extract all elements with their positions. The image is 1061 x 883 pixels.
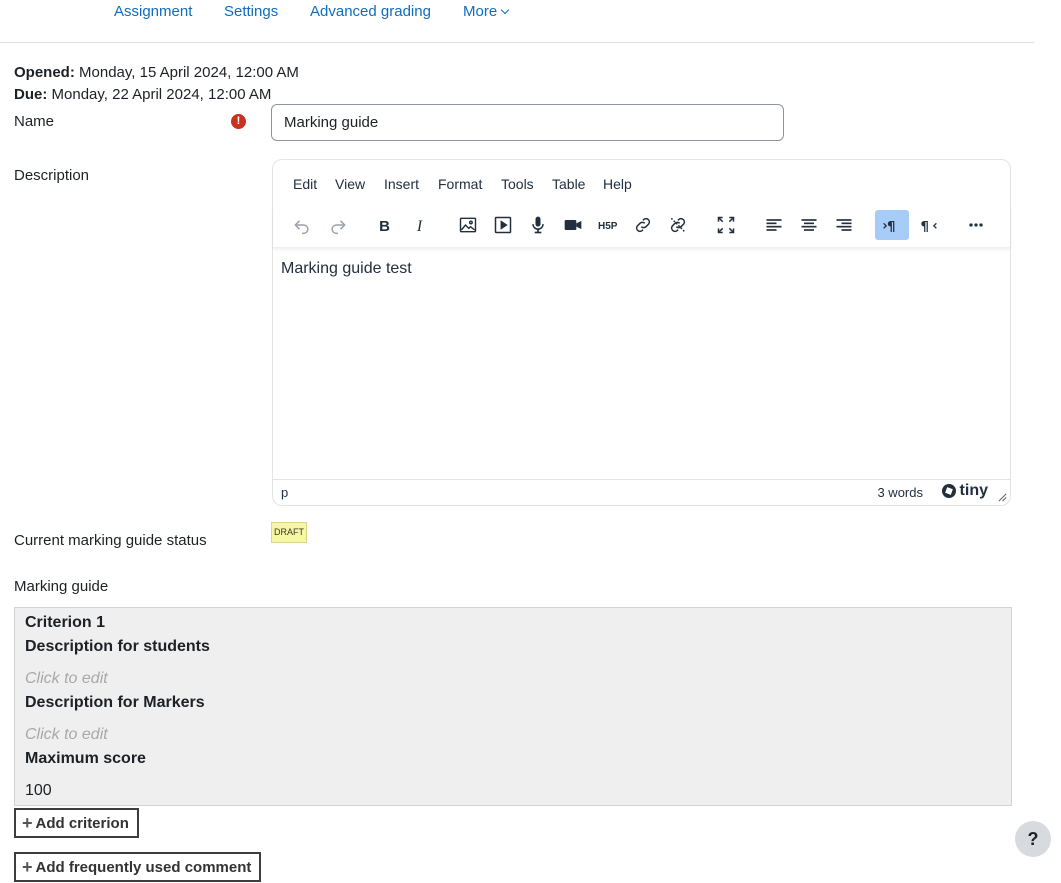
align-right-icon[interactable] [827, 210, 861, 240]
opened-row: Opened: Monday, 15 April 2024, 12:00 AM [14, 62, 299, 84]
markers-description-label: Description for Markers [25, 694, 205, 711]
criterion-panel: Criterion 1 Description for students Cli… [14, 607, 1012, 806]
svg-text:¶: ¶ [921, 220, 929, 235]
svg-text:H5P: H5P [598, 221, 618, 232]
name-label: Name [14, 113, 55, 130]
menu-insert[interactable]: Insert [384, 176, 419, 192]
tiny-logo[interactable]: tiny [941, 482, 988, 500]
marking-guide-label: Marking guide [14, 578, 109, 595]
link-icon[interactable] [626, 210, 660, 240]
nav-assignment[interactable]: Assignment [114, 4, 192, 20]
due-row: Due: Monday, 22 April 2024, 12:00 AM [14, 84, 299, 106]
add-comment-label: Add frequently used comment [35, 858, 252, 876]
more-icon[interactable] [959, 210, 993, 240]
redo-icon[interactable] [321, 210, 355, 240]
due-label: Due: [14, 86, 48, 103]
criterion-title[interactable]: Criterion 1 [25, 614, 105, 632]
required-icon: ! [231, 114, 246, 129]
plus-icon: + [22, 856, 33, 877]
fullscreen-icon[interactable] [709, 210, 743, 240]
menu-view[interactable]: View [335, 176, 365, 192]
editor-menubar: Edit View Insert Format Tools Table Help [273, 160, 1010, 206]
word-count[interactable]: 3 words [877, 485, 923, 500]
menu-format[interactable]: Format [438, 176, 482, 192]
due-value: Monday, 22 April 2024, 12:00 AM [51, 86, 272, 103]
status-badge: DRAFT [271, 522, 307, 543]
menu-help[interactable]: Help [603, 176, 632, 192]
h5p-icon[interactable]: H5P [591, 210, 625, 240]
name-input[interactable] [271, 104, 784, 141]
svg-text:I: I [416, 218, 423, 235]
markers-description-field[interactable]: Click to edit [25, 726, 108, 744]
svg-text:¶: ¶ [887, 220, 895, 235]
ltr-icon[interactable]: ¶ [875, 210, 909, 240]
tiny-brand-text: tiny [959, 482, 988, 499]
assignment-dates: Opened: Monday, 15 April 2024, 12:00 AM … [14, 62, 299, 106]
image-icon[interactable] [451, 210, 485, 240]
rich-text-editor: Edit View Insert Format Tools Table Help… [272, 159, 1011, 506]
resize-handle-icon[interactable] [998, 493, 1007, 502]
editor-statusbar: p 3 words tiny [273, 479, 1010, 505]
students-description-field[interactable]: Click to edit [25, 670, 108, 688]
menu-edit[interactable]: Edit [293, 176, 317, 192]
element-path[interactable]: p [281, 485, 288, 500]
unlink-icon[interactable] [661, 210, 695, 240]
add-comment-button[interactable]: + Add frequently used comment [14, 852, 262, 882]
plus-icon: + [22, 812, 33, 833]
max-score-label: Maximum score [25, 750, 146, 767]
help-button[interactable]: ? [1015, 821, 1051, 857]
editor-content[interactable]: Marking guide test [281, 260, 412, 278]
italic-icon[interactable]: I [404, 210, 438, 240]
description-label: Description [14, 167, 90, 184]
svg-text:B: B [379, 218, 390, 235]
undo-icon[interactable] [285, 210, 319, 240]
media-icon[interactable] [486, 210, 520, 240]
nav-more[interactable]: More [463, 3, 510, 20]
max-score-field[interactable]: 100 [25, 782, 52, 800]
chevron-down-icon [500, 5, 510, 15]
bold-icon[interactable]: B [368, 210, 402, 240]
opened-value: Monday, 15 April 2024, 12:00 AM [79, 64, 299, 81]
record-audio-icon[interactable] [521, 210, 555, 240]
menu-tools[interactable]: Tools [501, 176, 534, 192]
students-description-label: Description for students [25, 638, 210, 655]
nav-settings[interactable]: Settings [224, 4, 278, 20]
opened-label: Opened: [14, 64, 75, 81]
record-video-icon[interactable] [556, 210, 590, 240]
align-center-icon[interactable] [792, 210, 826, 240]
secondary-navigation: Assignment Settings Advanced grading Mor… [0, 0, 1034, 43]
nav-advanced-grading[interactable]: Advanced grading [310, 4, 431, 20]
add-criterion-button[interactable]: + Add criterion [14, 808, 139, 838]
editor-toolbar: B I H5P ¶ ¶ [273, 206, 1010, 248]
add-criterion-label: Add criterion [35, 814, 129, 832]
status-label: Current marking guide status [14, 532, 207, 549]
rtl-icon[interactable]: ¶ [911, 210, 945, 240]
nav-more-label: More [463, 3, 498, 20]
tiny-logo-icon [941, 484, 956, 498]
menu-table[interactable]: Table [552, 176, 585, 192]
align-left-icon[interactable] [757, 210, 791, 240]
